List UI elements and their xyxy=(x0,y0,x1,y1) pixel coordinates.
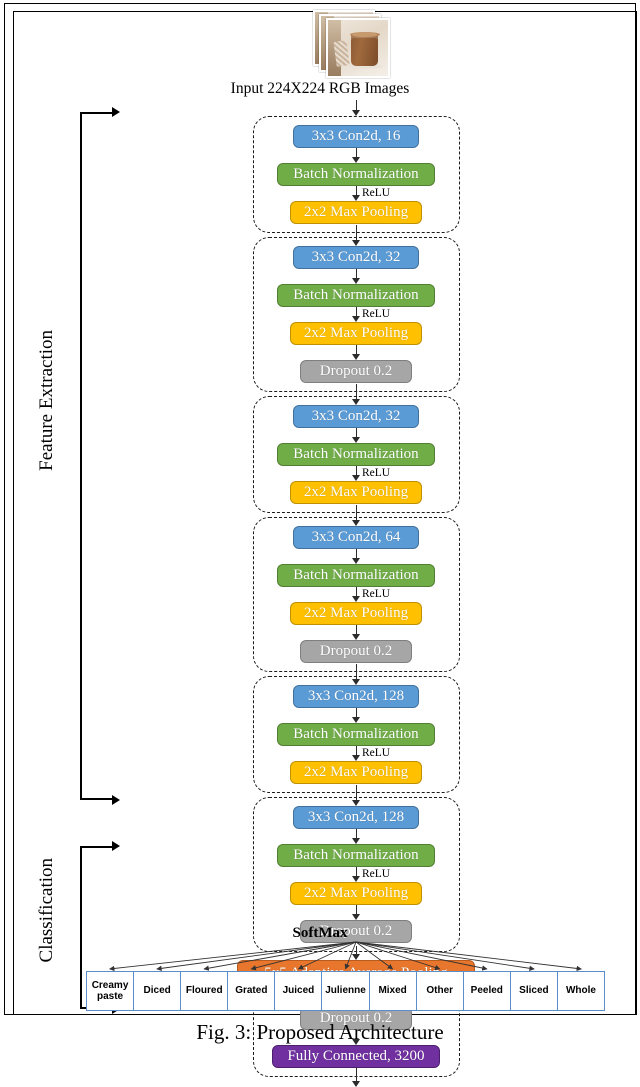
connector-arrow xyxy=(356,867,357,876)
relu-label: ReLU xyxy=(362,187,391,199)
layer-fully-connected: Fully Connected, 3200 xyxy=(272,1045,440,1068)
softmax-to-class-arrow xyxy=(355,941,441,971)
feature-extraction-label: Feature Extraction xyxy=(36,330,57,471)
layer-dropout: Dropout 0.2 xyxy=(300,640,412,663)
connector-arrow xyxy=(356,746,357,755)
layer-maxpool: 2x2 Max Pooling xyxy=(290,602,422,625)
connector-arrow xyxy=(356,148,357,157)
connector-arrow xyxy=(356,307,357,316)
layer-maxpool: 2x2 Max Pooling xyxy=(290,882,422,905)
relu-label: ReLU xyxy=(362,868,391,880)
layer-batchnorm: Batch Normalization xyxy=(277,844,435,867)
output-class-cell: Mixed xyxy=(368,971,417,1011)
connector-arrow xyxy=(356,1067,357,1081)
figure-caption: Fig. 3: Proposed Architecture xyxy=(196,1020,444,1044)
connector-arrow xyxy=(356,186,357,195)
layer-batchnorm: Batch Normalization xyxy=(277,723,435,746)
output-class-cell: Sliced xyxy=(509,971,558,1011)
feature-extraction-bracket xyxy=(80,106,120,806)
output-class-cell: Floured xyxy=(180,971,229,1011)
connector-arrow xyxy=(356,587,357,596)
connector-arrow xyxy=(356,625,357,634)
connector-arrow xyxy=(356,428,357,437)
layer-maxpool: 2x2 Max Pooling xyxy=(290,761,422,784)
layer-conv: 3x3 Con2d, 16 xyxy=(293,125,419,148)
layer-batchnorm: Batch Normalization xyxy=(277,564,435,587)
softmax-to-class-arrow xyxy=(355,941,535,971)
layer-maxpool: 2x2 Max Pooling xyxy=(290,322,422,345)
softmax-to-class-arrow xyxy=(250,941,357,971)
connector-arrow xyxy=(356,466,357,475)
relu-label: ReLU xyxy=(362,308,391,320)
connector-arrow xyxy=(356,708,357,717)
layer-conv: 3x3 Con2d, 128 xyxy=(293,685,419,708)
connector-arrowhead xyxy=(352,1081,360,1087)
input-image-stack xyxy=(313,10,391,78)
layer-dropout: Dropout 0.2 xyxy=(300,360,412,383)
relu-label: ReLU xyxy=(362,747,391,759)
output-class-cell: Peeled xyxy=(462,971,511,1011)
input-photo-front xyxy=(326,18,390,78)
softmax-fanout-arrows xyxy=(109,941,582,972)
layer-conv: 3x3 Con2d, 32 xyxy=(293,246,419,269)
connector-arrow xyxy=(356,905,357,914)
output-class-row: Creamy paste Diced Floured Grated Juiced Juli… xyxy=(86,971,606,1011)
layer-conv: 3x3 Con2d, 32 xyxy=(293,405,419,428)
output-class-cell: Diced xyxy=(133,971,182,1011)
layer-conv: 3x3 Con2d, 128 xyxy=(293,806,419,829)
connector-arrow xyxy=(356,100,357,110)
output-class-cell: Whole xyxy=(556,971,606,1011)
softmax-to-class-arrow xyxy=(109,941,357,972)
layer-maxpool: 2x2 Max Pooling xyxy=(290,201,422,224)
softmax-to-class-arrow xyxy=(203,941,357,971)
relu-label: ReLU xyxy=(362,467,391,479)
connector-arrow xyxy=(356,829,357,838)
layer-batchnorm: Batch Normalization xyxy=(277,163,435,186)
output-class-cell: Juiced xyxy=(274,971,323,1011)
layer-batchnorm: Batch Normalization xyxy=(277,284,435,307)
output-class-cell: Grated xyxy=(227,971,276,1011)
relu-label: ReLU xyxy=(362,588,391,600)
connector-arrow xyxy=(356,269,357,278)
connector-arrow xyxy=(356,549,357,558)
classification-label: Classification xyxy=(36,858,57,963)
connector-arrow xyxy=(356,345,357,354)
input-label: Input 224X224 RGB Images xyxy=(230,80,410,97)
output-class-cell: Other xyxy=(415,971,464,1011)
layer-conv: 3x3 Con2d, 64 xyxy=(293,526,419,549)
output-class-cell: Julienne xyxy=(321,971,370,1011)
output-class-cell: Creamy paste xyxy=(86,971,135,1011)
layer-batchnorm: Batch Normalization xyxy=(277,443,435,466)
layer-maxpool: 2x2 Max Pooling xyxy=(290,481,422,504)
